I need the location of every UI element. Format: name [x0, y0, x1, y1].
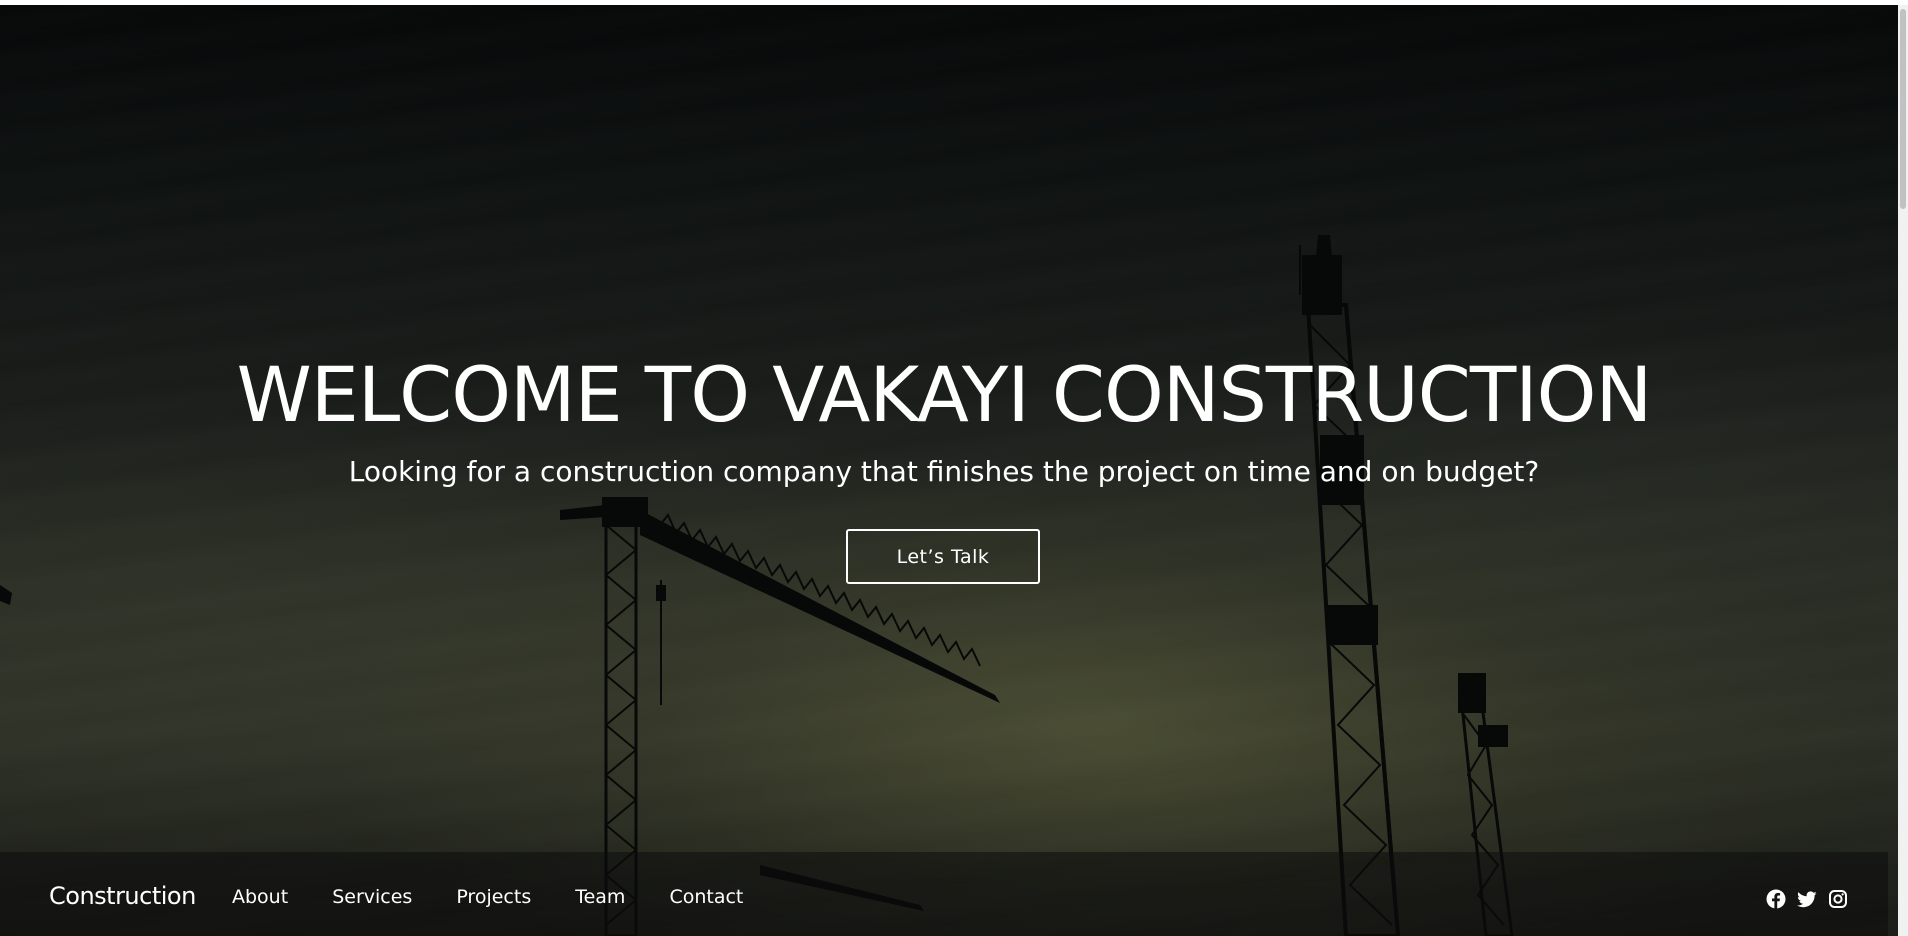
vertical-scrollbar[interactable] — [1898, 5, 1908, 936]
hero-title: WELCOME TO VAKAYI CONSTRUCTION — [236, 350, 1653, 439]
nav-links: About Services Projects Team Contact — [232, 886, 787, 908]
twitter-icon[interactable] — [1797, 889, 1817, 909]
scrollbar-thumb[interactable] — [1900, 9, 1906, 209]
nav-link-projects[interactable]: Projects — [456, 886, 531, 908]
nav-link-services[interactable]: Services — [332, 886, 412, 908]
bottom-navbar: Construction About Services Projects Tea… — [0, 852, 1888, 936]
hero-section: WELCOME TO VAKAYI CONSTRUCTION Looking f… — [0, 5, 1888, 857]
social-links — [1766, 889, 1848, 909]
nav-link-about[interactable]: About — [232, 886, 288, 908]
brand-link[interactable]: Construction — [49, 882, 196, 910]
hero-subtitle: Looking for a construction company that … — [348, 455, 1540, 488]
lets-talk-button[interactable]: Let’s Talk — [846, 529, 1040, 584]
nav-link-team[interactable]: Team — [575, 886, 625, 908]
facebook-icon[interactable] — [1766, 889, 1786, 909]
nav-link-contact[interactable]: Contact — [669, 886, 743, 908]
instagram-icon[interactable] — [1828, 889, 1848, 909]
page-viewport: WELCOME TO VAKAYI CONSTRUCTION Looking f… — [0, 5, 1898, 936]
